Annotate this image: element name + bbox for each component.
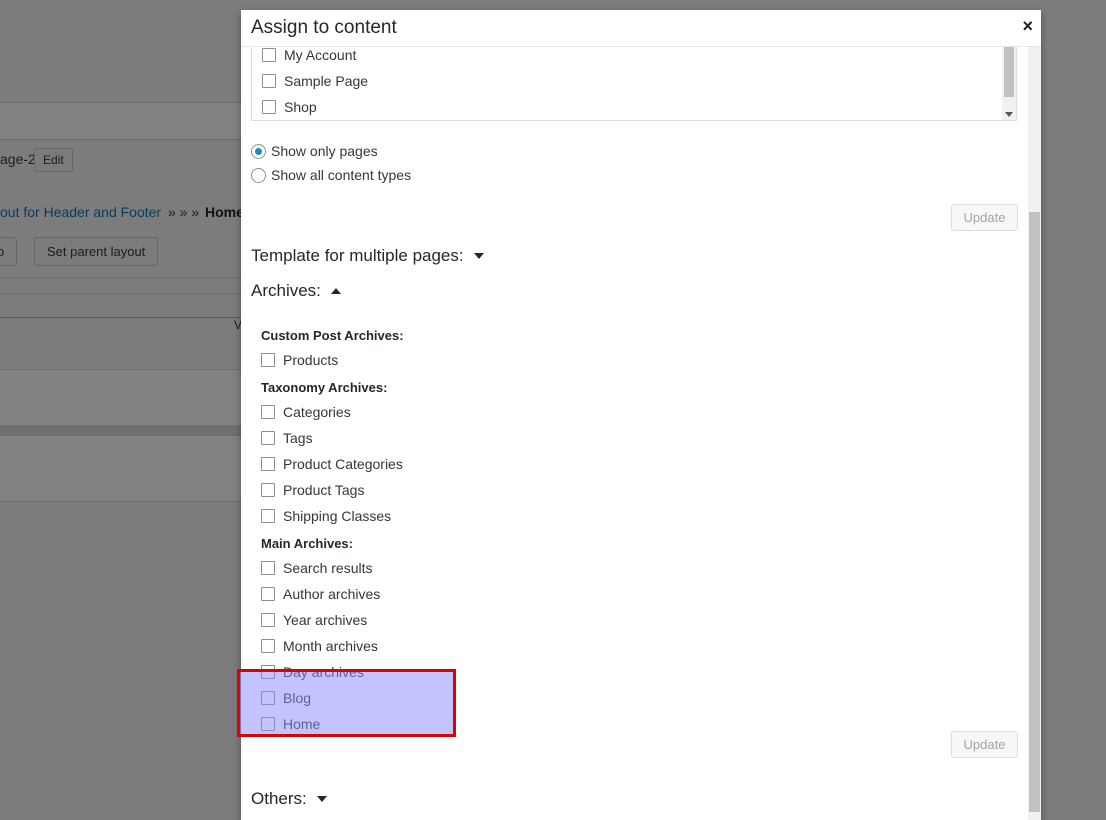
checkbox[interactable] xyxy=(261,613,275,627)
archive-option-year-archives[interactable]: Year archives xyxy=(261,610,367,630)
option-label: Shipping Classes xyxy=(283,508,392,524)
option-label: Day archives xyxy=(283,664,364,680)
archives-toggle[interactable]: Archives: xyxy=(251,281,341,301)
checkbox[interactable] xyxy=(261,353,275,367)
option-label: Product Categories xyxy=(283,456,403,472)
bg-row xyxy=(0,425,241,435)
taxonomy-archives-label: Taxonomy Archives: xyxy=(261,380,388,395)
checkbox[interactable] xyxy=(261,639,275,653)
archive-option-categories[interactable]: Categories xyxy=(261,402,351,422)
list-item[interactable]: My Account xyxy=(262,47,356,65)
checkbox[interactable] xyxy=(261,665,275,679)
checkbox[interactable] xyxy=(261,717,275,731)
bg-divider xyxy=(0,139,241,140)
checkbox[interactable] xyxy=(261,483,275,497)
template-for-multiple-pages-toggle[interactable]: Template for multiple pages: xyxy=(251,246,484,266)
checkbox[interactable] xyxy=(261,509,275,523)
dialog-body: My Account Sample Page Shop Show only pa… xyxy=(241,47,1028,820)
bg-edit-button[interactable]: Edit xyxy=(34,148,73,172)
radio-show-only-pages[interactable]: Show only pages xyxy=(251,141,378,161)
option-label: Month archives xyxy=(283,638,378,654)
bg-row xyxy=(0,370,241,425)
bg-divider xyxy=(0,317,241,318)
bg-layout-link[interactable]: out for Header and Footer xyxy=(0,204,161,220)
option-label: Search results xyxy=(283,560,373,576)
option-label: Home xyxy=(283,716,321,732)
caret-up-icon xyxy=(330,288,341,294)
checkbox[interactable] xyxy=(261,561,275,575)
archive-option-home[interactable]: Home xyxy=(261,714,320,734)
option-label: Tags xyxy=(283,430,313,446)
archive-option-blog[interactable]: Blog xyxy=(261,688,311,708)
list-item[interactable]: Sample Page xyxy=(262,71,368,91)
radio-label: Show all content types xyxy=(271,167,412,183)
list-item-label: Sample Page xyxy=(284,73,369,89)
close-icon[interactable]: × xyxy=(1022,16,1033,36)
main-archives-label: Main Archives: xyxy=(261,536,353,551)
dialog-title: Assign to content xyxy=(251,17,397,38)
radio-show-all-content-types[interactable]: Show all content types xyxy=(251,165,411,185)
bg-divider xyxy=(0,277,241,278)
others-toggle[interactable]: Others: xyxy=(251,789,327,809)
dialog-scrollbar-thumb[interactable] xyxy=(1029,212,1040,812)
custom-post-archives-label: Custom Post Archives: xyxy=(261,328,404,343)
checkbox[interactable] xyxy=(261,457,275,471)
section-heading: Others: xyxy=(251,789,307,808)
checkbox[interactable] xyxy=(262,100,276,114)
bg-button-row: o Set parent layout xyxy=(0,236,241,268)
bg-title-field xyxy=(0,102,241,139)
archive-option-day-archives[interactable]: Day archives xyxy=(261,662,364,682)
list-item-label: My Account xyxy=(284,47,357,63)
list-item-label: Shop xyxy=(284,99,317,115)
checkbox[interactable] xyxy=(261,691,275,705)
option-label: Product Tags xyxy=(283,482,365,498)
bg-row xyxy=(0,436,241,501)
checkbox[interactable] xyxy=(261,431,275,445)
checkbox[interactable] xyxy=(261,405,275,419)
archive-option-tags[interactable]: Tags xyxy=(261,428,313,448)
section-heading: Archives: xyxy=(251,281,321,300)
radio-button[interactable] xyxy=(251,167,266,183)
dialog-header: Assign to content × xyxy=(241,10,1041,47)
radio-label: Show only pages xyxy=(271,143,378,159)
archive-option-search-results[interactable]: Search results xyxy=(261,558,372,578)
checkbox[interactable] xyxy=(261,587,275,601)
pages-list-scrollbar-thumb[interactable] xyxy=(1004,47,1014,97)
checkbox[interactable] xyxy=(262,74,276,88)
option-label: Categories xyxy=(283,404,351,420)
caret-down-icon xyxy=(316,796,327,802)
section-heading: Template for multiple pages: xyxy=(251,246,464,265)
archive-option-author-archives[interactable]: Author archives xyxy=(261,584,380,604)
scroll-down-arrow-icon[interactable] xyxy=(1005,112,1013,117)
pages-list[interactable]: My Account Sample Page Shop xyxy=(251,47,1017,121)
caret-down-icon xyxy=(473,253,484,259)
list-item[interactable]: Shop xyxy=(262,97,317,117)
bg-partial-button[interactable]: o xyxy=(0,237,18,266)
bg-slug-text: age-2 xyxy=(0,151,36,167)
option-label: Author archives xyxy=(283,586,381,602)
archive-option-product-tags[interactable]: Product Tags xyxy=(261,480,364,500)
checkbox[interactable] xyxy=(262,48,276,62)
option-label: Blog xyxy=(283,690,312,706)
archive-option-shipping-classes[interactable]: Shipping Classes xyxy=(261,506,391,526)
update-button[interactable]: Update xyxy=(951,204,1018,231)
archive-option-month-archives[interactable]: Month archives xyxy=(261,636,378,656)
bg-breadcrumb: out for Header and Footer » » » Home xyxy=(0,202,241,226)
bg-set-parent-layout-button[interactable]: Set parent layout xyxy=(34,237,159,266)
bg-divider xyxy=(0,501,241,502)
bg-breadcrumb-current: Home xyxy=(205,204,241,220)
archive-option-products[interactable]: Products xyxy=(261,350,338,370)
assign-to-content-dialog: Assign to content × My Account Sample Pa… xyxy=(241,10,1041,820)
bg-divider xyxy=(0,293,241,294)
bg-breadcrumb-separator: » » » xyxy=(168,204,200,220)
update-button[interactable]: Update xyxy=(951,731,1018,758)
archive-option-product-categories[interactable]: Product Categories xyxy=(261,454,403,474)
option-label: Year archives xyxy=(283,612,368,628)
radio-button[interactable] xyxy=(251,143,266,159)
option-label: Products xyxy=(283,352,339,368)
bg-divider xyxy=(0,102,241,103)
